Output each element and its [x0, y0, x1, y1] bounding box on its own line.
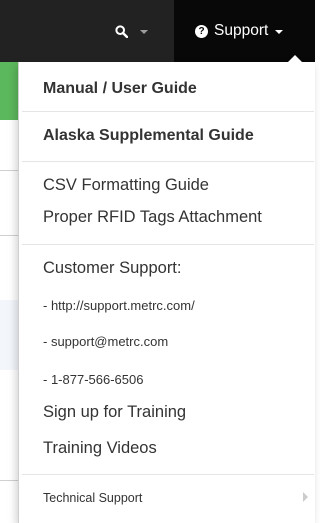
chevron-down-icon: [275, 30, 284, 34]
support-dropdown-menu: Manual / User Guide Alaska Supplemental …: [18, 55, 315, 523]
menu-divider: [22, 474, 314, 475]
chevron-down-icon: [139, 30, 148, 34]
search-dropdown-toggle[interactable]: [98, 0, 164, 62]
menu-item-csv-formatting-guide[interactable]: CSV Formatting Guide: [43, 176, 209, 195]
menu-item-alaska-supplemental-guide[interactable]: Alaska Supplemental Guide: [43, 127, 254, 145]
background-divider: [0, 480, 18, 481]
menu-item-manual-user-guide[interactable]: Manual / User Guide: [43, 80, 197, 98]
menu-item-support-url[interactable]: - http://support.metrc.com/: [43, 298, 195, 313]
question-circle-icon: ?: [195, 24, 208, 38]
support-phone: - 1-877-566-6506: [43, 372, 144, 387]
chevron-right-icon: [303, 492, 308, 502]
menu-item-training-videos[interactable]: Training Videos: [43, 439, 157, 458]
background-row: [0, 300, 18, 370]
background-divider: [0, 170, 18, 171]
menu-divider: [22, 111, 314, 112]
menu-item-technical-support[interactable]: Technical Support: [43, 491, 142, 505]
menu-divider: [22, 161, 314, 162]
menu-item-rfid-tags-attachment[interactable]: Proper RFID Tags Attachment: [43, 208, 262, 227]
support-dropdown-toggle[interactable]: ? Support: [174, 0, 315, 62]
customer-support-heading: Customer Support:: [43, 259, 182, 277]
menu-divider: [22, 244, 314, 245]
menu-item-sign-up-for-training[interactable]: Sign up for Training: [43, 403, 186, 422]
background-panel-edge: [0, 62, 18, 120]
menu-item-support-email[interactable]: - support@metrc.com: [43, 334, 168, 349]
background-divider: [0, 235, 18, 236]
support-label: Support: [214, 22, 269, 39]
top-navbar: ? Support: [0, 0, 315, 62]
dropdown-arrow: [288, 55, 302, 62]
search-icon: [114, 24, 128, 38]
